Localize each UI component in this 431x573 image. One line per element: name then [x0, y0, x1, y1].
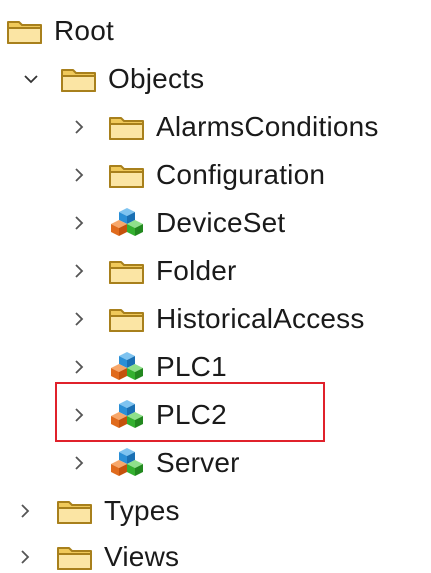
tree-node-label: Root — [54, 15, 114, 46]
tree-node-label: HistoricalAccess — [156, 303, 365, 334]
object-cubes-icon — [108, 206, 146, 240]
tree-node-label: Configuration — [156, 159, 326, 190]
tree-node-deviceset[interactable]: DeviceSet — [68, 199, 285, 247]
folder-icon — [60, 62, 98, 96]
folder-icon — [56, 540, 94, 573]
chevron-right-icon[interactable] — [68, 116, 90, 138]
folder-icon — [6, 14, 44, 48]
tree-node-server[interactable]: Server — [68, 439, 240, 487]
tree-node-root[interactable]: Root — [6, 7, 114, 55]
chevron-right-icon[interactable] — [14, 546, 36, 568]
tree-node-views[interactable]: Views — [14, 533, 179, 573]
tree-node-label: AlarmsConditions — [156, 111, 379, 142]
tree-node-label: Views — [104, 541, 180, 572]
folder-icon — [108, 302, 146, 336]
chevron-right-icon[interactable] — [68, 212, 90, 234]
tree-node-configuration[interactable]: Configuration — [68, 151, 325, 199]
object-tree: Root Objects AlarmsConditions Configurat… — [0, 0, 431, 573]
object-cubes-icon — [108, 350, 146, 384]
tree-node-label: DeviceSet — [156, 207, 286, 238]
tree-node-folder[interactable]: Folder — [68, 247, 237, 295]
tree-node-types[interactable]: Types — [14, 487, 180, 535]
tree-node-label: Objects — [108, 63, 205, 94]
chevron-right-icon[interactable] — [68, 260, 90, 282]
chevron-right-icon[interactable] — [68, 452, 90, 474]
tree-node-historicalaccess[interactable]: HistoricalAccess — [68, 295, 365, 343]
tree-node-label: Folder — [156, 255, 237, 286]
chevron-down-icon[interactable] — [20, 68, 42, 90]
highlight-box — [55, 382, 325, 442]
chevron-right-icon[interactable] — [68, 356, 90, 378]
folder-icon — [56, 494, 94, 528]
chevron-right-icon[interactable] — [68, 308, 90, 330]
folder-icon — [108, 158, 146, 192]
folder-icon — [108, 110, 146, 144]
chevron-right-icon[interactable] — [68, 164, 90, 186]
tree-node-alarmsconditions[interactable]: AlarmsConditions — [68, 103, 379, 151]
tree-node-label: Server — [156, 447, 240, 478]
tree-node-objects[interactable]: Objects — [20, 55, 204, 103]
folder-icon — [108, 254, 146, 288]
chevron-right-icon[interactable] — [14, 500, 36, 522]
tree-node-label: Types — [104, 495, 180, 526]
object-cubes-icon — [108, 446, 146, 480]
